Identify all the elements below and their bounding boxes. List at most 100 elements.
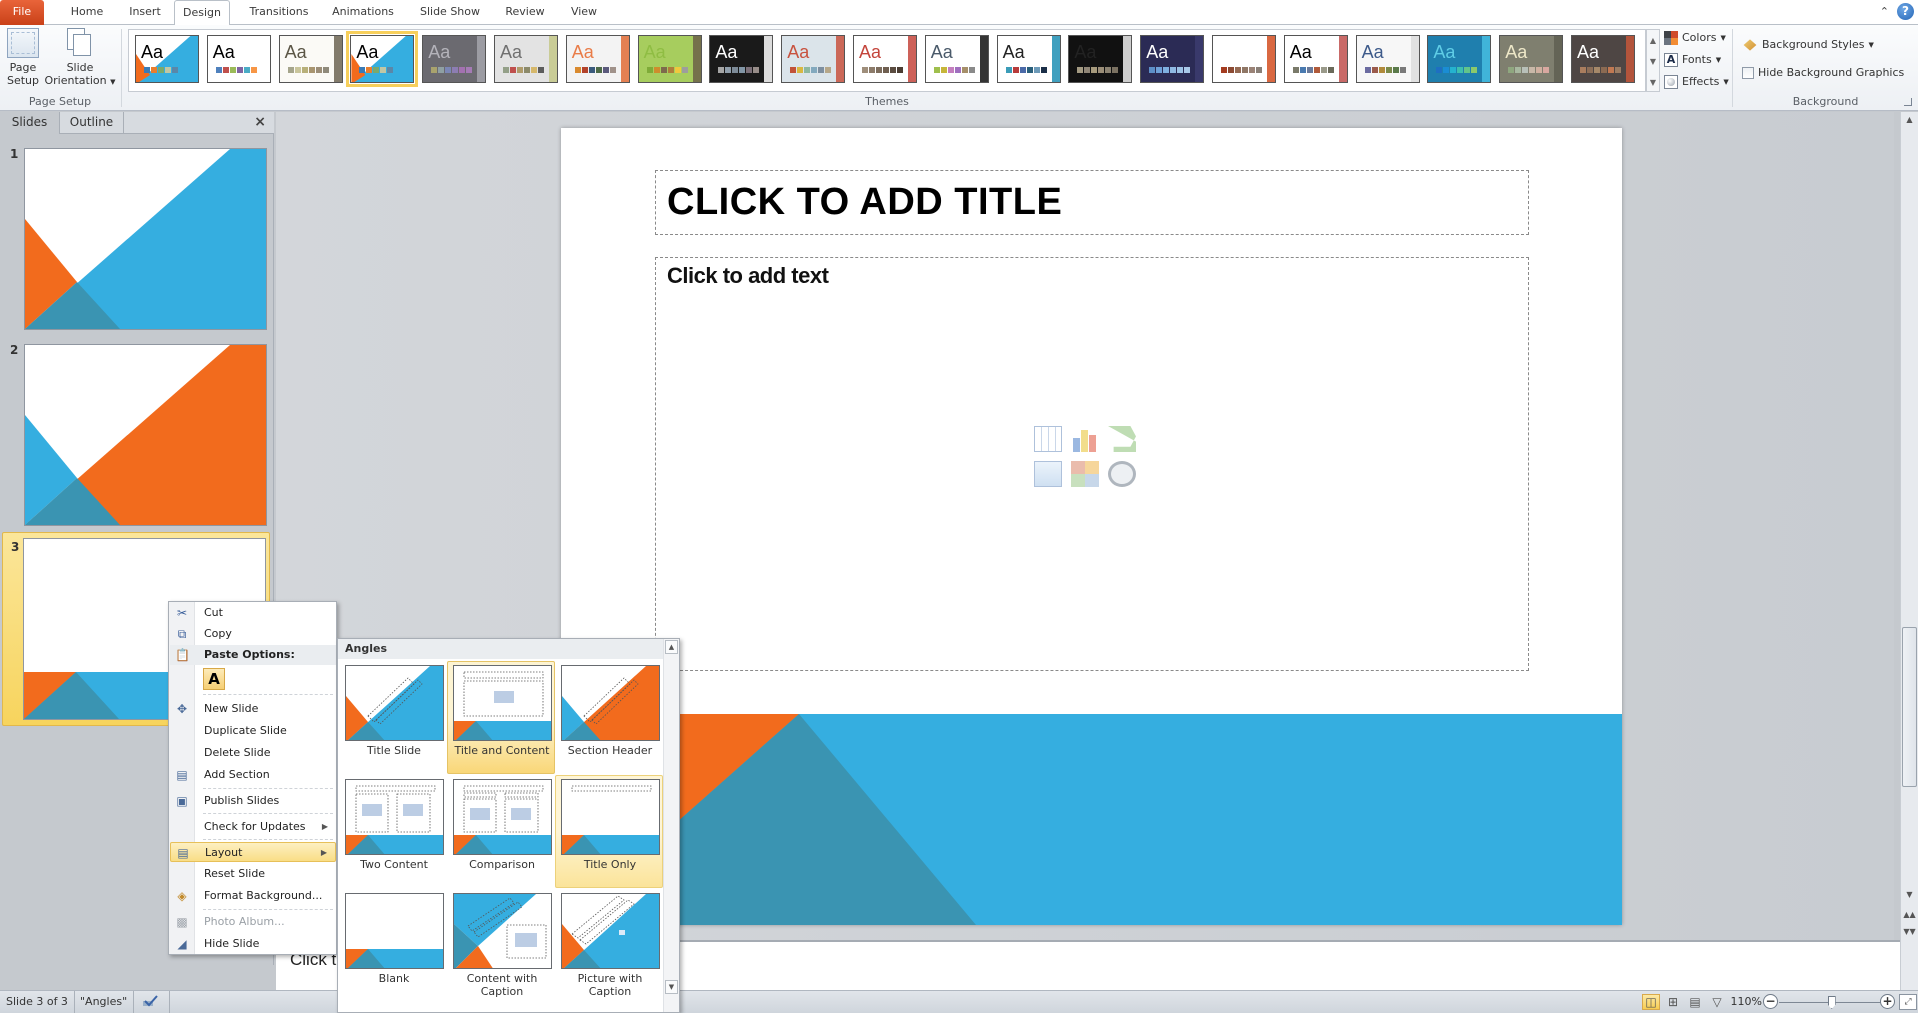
tab-file[interactable]: File bbox=[0, 0, 44, 25]
dialog-launcher-icon[interactable] bbox=[1904, 98, 1912, 106]
effects-button[interactable]: Effects ▼ bbox=[1664, 72, 1729, 92]
help-icon[interactable]: ? bbox=[1897, 3, 1914, 20]
theme-thumbnail[interactable]: Aa bbox=[565, 35, 630, 83]
spell-check-button[interactable] bbox=[136, 991, 170, 1013]
tab-animations[interactable]: Animations bbox=[329, 0, 397, 25]
theme-thumbnail[interactable]: Aa bbox=[781, 35, 846, 83]
theme-thumbnail[interactable]: Aa bbox=[1355, 35, 1420, 83]
menu-item-publish-slides[interactable]: ▣ Publish Slides bbox=[170, 791, 336, 811]
scroll-down-button[interactable]: ▼ bbox=[665, 980, 678, 994]
gallery-scroll-up-button[interactable]: ▲ bbox=[1647, 30, 1659, 51]
colors-button[interactable]: Colors ▼ bbox=[1664, 28, 1726, 48]
theme-thumbnail[interactable]: Aa bbox=[996, 35, 1061, 83]
zoom-level[interactable]: 110% bbox=[1722, 991, 1762, 1013]
theme-thumbnail[interactable]: Aa bbox=[637, 35, 702, 83]
insert-picture-icon[interactable] bbox=[1034, 461, 1062, 487]
theme-thumbnail[interactable]: Aa bbox=[709, 35, 774, 83]
previous-slide-button[interactable]: ▲▲ bbox=[1901, 907, 1918, 923]
tab-design[interactable]: Design bbox=[174, 0, 230, 26]
paste-keep-text-only-button[interactable]: A bbox=[203, 668, 225, 690]
menu-item-reset-slide[interactable]: Reset Slide bbox=[170, 864, 336, 884]
layout-title-only[interactable]: Title Only bbox=[555, 775, 663, 888]
theme-thumbnail[interactable]: Aa bbox=[1571, 35, 1635, 83]
page-setup-label-1: Page bbox=[9, 61, 37, 74]
layout-picture-with-caption[interactable]: Picture with Caption bbox=[555, 889, 663, 1002]
tab-transitions[interactable]: Transitions bbox=[245, 0, 313, 25]
menu-item-duplicate-slide[interactable]: Duplicate Slide bbox=[170, 721, 336, 741]
slide-orientation-button[interactable]: Slide Orientation ▼ bbox=[44, 28, 116, 89]
content-placeholder[interactable]: Click to add text bbox=[655, 257, 1529, 671]
tab-view[interactable]: View bbox=[564, 0, 604, 25]
scroll-up-button[interactable]: ▲ bbox=[665, 640, 678, 654]
background-styles-button[interactable]: Background Styles ▼ bbox=[1742, 35, 1874, 55]
zoom-out-button[interactable]: − bbox=[1763, 994, 1778, 1009]
theme-thumbnail[interactable]: Aa bbox=[1140, 35, 1205, 83]
minimize-ribbon-icon[interactable]: ⌃ bbox=[1880, 5, 1889, 18]
menu-item-new-slide[interactable]: ✥ New Slide bbox=[170, 699, 336, 719]
theme-thumbnail[interactable]: Aa bbox=[206, 35, 271, 83]
layout-content-with-caption[interactable]: Content with Caption bbox=[447, 889, 555, 1002]
fonts-button[interactable]: A Fonts ▼ bbox=[1664, 50, 1721, 70]
theme-thumbnail[interactable]: Aa bbox=[1427, 35, 1492, 83]
menu-item-check-for-updates[interactable]: Check for Updates ▶ bbox=[170, 817, 336, 837]
slide-thumbnail-2[interactable]: 2 bbox=[2, 336, 270, 526]
layout-two-content[interactable]: Two Content bbox=[339, 775, 447, 888]
insert-media-icon[interactable] bbox=[1108, 461, 1136, 487]
checkbox-icon[interactable] bbox=[1742, 67, 1754, 79]
zoom-slider-thumb[interactable] bbox=[1827, 996, 1836, 1009]
theme-thumbnail[interactable]: Aa bbox=[853, 35, 917, 83]
menu-item-add-section[interactable]: ▤ Add Section bbox=[170, 765, 336, 785]
layout-section-header[interactable]: Section Header bbox=[555, 661, 663, 774]
insert-table-icon[interactable] bbox=[1034, 426, 1062, 452]
slide-canvas[interactable]: CLICK TO ADD TITLE Click to add text bbox=[561, 128, 1622, 925]
menu-item-hide-slide[interactable]: ◢ Hide Slide bbox=[170, 934, 336, 954]
scroll-up-button[interactable]: ▲ bbox=[1901, 112, 1918, 128]
next-slide-button[interactable]: ▼▼ bbox=[1901, 924, 1918, 940]
menu-item-copy[interactable]: ⧉ Copy bbox=[170, 624, 336, 644]
tab-review[interactable]: Review bbox=[503, 0, 547, 25]
tab-slides[interactable]: Slides bbox=[0, 112, 60, 134]
layout-comparison[interactable]: Comparison bbox=[447, 775, 555, 888]
theme-thumbnail[interactable]: Aa bbox=[494, 35, 558, 83]
normal-view-button[interactable]: ◫ bbox=[1642, 994, 1660, 1010]
menu-item-layout[interactable]: ▤ Layout ▶ bbox=[170, 842, 336, 862]
tab-outline[interactable]: Outline bbox=[60, 112, 124, 134]
theme-thumbnail[interactable]: Aa bbox=[1283, 35, 1348, 83]
tab-slide-show[interactable]: Slide Show bbox=[414, 0, 486, 25]
zoom-in-button[interactable]: + bbox=[1880, 994, 1895, 1009]
theme-thumbnail[interactable]: Aa bbox=[924, 35, 989, 83]
gallery-more-button[interactable]: ▼ bbox=[1647, 72, 1659, 93]
layout-blank[interactable]: Blank bbox=[339, 889, 447, 1002]
insert-clipart-icon[interactable] bbox=[1071, 461, 1099, 487]
insert-chart-icon[interactable] bbox=[1071, 426, 1099, 452]
reading-view-button[interactable]: ▤ bbox=[1686, 994, 1704, 1010]
menu-item-format-background[interactable]: ◈ Format Background... bbox=[170, 886, 336, 906]
theme-thumbnail[interactable]: Aa bbox=[278, 35, 343, 83]
insert-smartart-icon[interactable] bbox=[1108, 426, 1136, 452]
layout-title-slide[interactable]: Title Slide bbox=[339, 661, 447, 774]
gallery-scroll-down-button[interactable]: ▼ bbox=[1647, 51, 1659, 72]
close-pane-icon[interactable]: × bbox=[254, 114, 266, 130]
theme-thumbnail[interactable]: Aa bbox=[135, 35, 199, 83]
menu-item-cut[interactable]: ✂ Cut bbox=[170, 603, 336, 623]
page-setup-button[interactable]: Page Setup bbox=[4, 28, 42, 87]
menu-item-delete-slide[interactable]: Delete Slide bbox=[170, 743, 336, 763]
hide-background-graphics-checkbox[interactable]: Hide Background Graphics bbox=[1742, 63, 1904, 83]
title-placeholder[interactable]: CLICK TO ADD TITLE bbox=[655, 170, 1529, 235]
layout-title-and-content[interactable]: Title and Content bbox=[447, 661, 555, 774]
slide-thumbnail-1[interactable]: 1 bbox=[2, 140, 270, 330]
theme-thumbnail[interactable]: Aa bbox=[1068, 35, 1133, 83]
fit-to-window-button[interactable]: ⤢ bbox=[1899, 994, 1917, 1010]
theme-thumbnail[interactable]: Aa bbox=[1499, 35, 1564, 83]
layout-gallery-scrollbar[interactable]: ▲ ▼ bbox=[663, 639, 679, 1012]
tab-home[interactable]: Home bbox=[68, 0, 106, 25]
scroll-down-button[interactable]: ▼ bbox=[1901, 887, 1918, 903]
slide-sorter-view-button[interactable]: ⊞ bbox=[1664, 994, 1682, 1010]
theme-thumbnail[interactable]: Aa bbox=[1212, 35, 1276, 83]
vertical-scrollbar[interactable]: ▲ ▼ ▲▲ ▼▼ bbox=[1900, 112, 1918, 990]
color-swatch bbox=[825, 67, 832, 73]
tab-insert[interactable]: Insert bbox=[125, 0, 165, 25]
theme-thumbnail[interactable]: Aa bbox=[346, 31, 419, 87]
scrollbar-thumb[interactable] bbox=[1902, 627, 1917, 787]
theme-thumbnail[interactable]: Aa bbox=[422, 35, 487, 83]
